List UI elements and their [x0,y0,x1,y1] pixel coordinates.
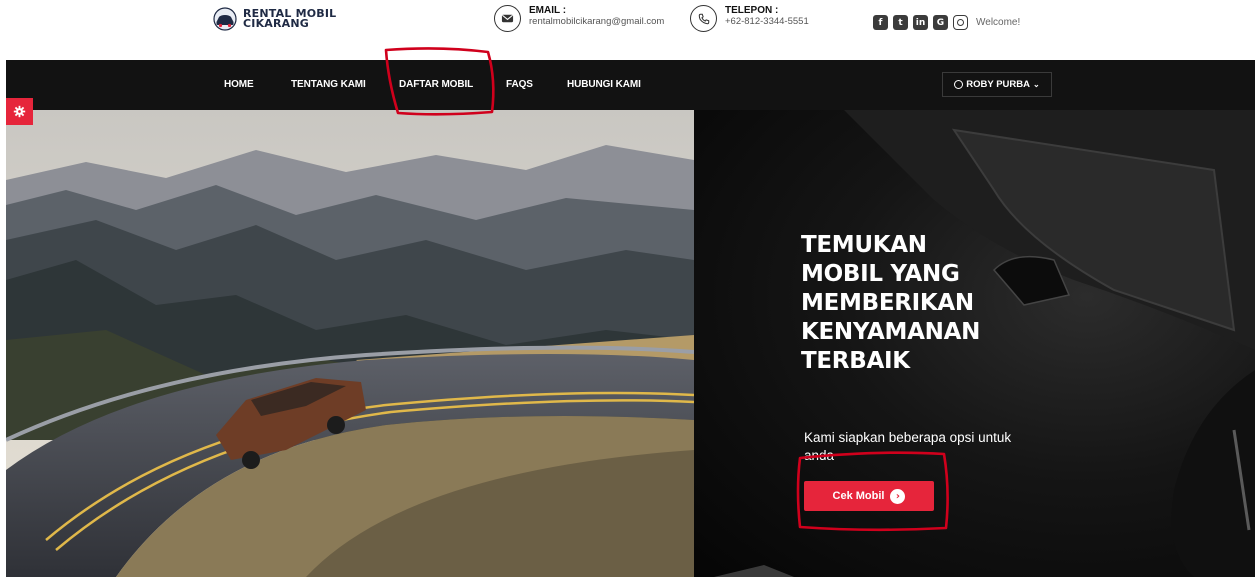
main-navbar: HOME TENTANG KAMI DAFTAR MOBIL FAQS HUBU… [6,60,1255,110]
google-plus-icon[interactable]: G [933,15,948,30]
hero-title-line: MOBIL YANG [801,261,960,287]
phone-icon [690,5,717,32]
email-value[interactable]: rentalmobilcikarang@gmail.com [529,16,664,28]
linkedin-icon[interactable]: in [913,15,928,30]
hero-title-line: TERBAIK [801,348,910,374]
hero-landscape-image [6,110,694,577]
cek-mobil-button[interactable]: Cek Mobil › [804,481,934,511]
nav-faqs[interactable]: FAQS [506,79,533,90]
welcome-text: Welcome! [976,17,1021,28]
hero-title-line: TEMUKAN [801,232,927,258]
user-icon [954,80,964,89]
brand-name: RENTAL MOBIL CIKARANG [243,8,336,30]
phone-label: TELEPON : [725,5,779,16]
user-menu-button[interactable]: ROBY PURBA ⌄ [942,72,1052,97]
phone-contact: TELEPON : +62-812-3344-5551 [690,5,809,32]
twitter-icon[interactable]: t [893,15,908,30]
car-logo-icon [213,7,237,31]
facebook-icon[interactable]: f [873,15,888,30]
settings-gear-button[interactable] [6,98,33,125]
brand-logo[interactable]: RENTAL MOBIL CIKARANG [213,7,336,31]
nav-tentang-kami[interactable]: TENTANG KAMI [291,79,366,90]
hero-title-line: KENYAMANAN [801,319,981,345]
nav-hubungi-kami[interactable]: HUBUNGI KAMI [567,79,641,90]
nav-home[interactable]: HOME [224,79,254,90]
nav-daftar-mobil[interactable]: DAFTAR MOBIL [399,79,473,90]
cek-mobil-label: Cek Mobil [832,490,885,502]
arrow-right-icon: › [890,488,906,504]
hero-title: TEMUKAN MOBIL YANG MEMBERIKAN KENYAMANAN… [801,231,1061,376]
brand-name-line2: CIKARANG [243,17,310,30]
social-links: f t in G Welcome! [873,15,1020,30]
phone-value[interactable]: +62-812-3344-5551 [725,16,809,28]
hero-title-line: MEMBERIKAN [801,290,974,316]
gear-icon [13,105,26,118]
chevron-down-icon: ⌄ [1033,80,1040,89]
email-contact: EMAIL : rentalmobilcikarang@gmail.com [494,5,664,32]
envelope-icon [494,5,521,32]
email-label: EMAIL : [529,5,567,16]
hero-banner [6,110,1255,577]
user-name: ROBY PURBA [966,79,1030,90]
top-header: RENTAL MOBIL CIKARANG EMAIL : rentalmobi… [0,0,1255,60]
hero-subtitle: Kami siapkan beberapa opsi untuk anda [804,430,1012,463]
instagram-icon[interactable] [953,15,968,30]
